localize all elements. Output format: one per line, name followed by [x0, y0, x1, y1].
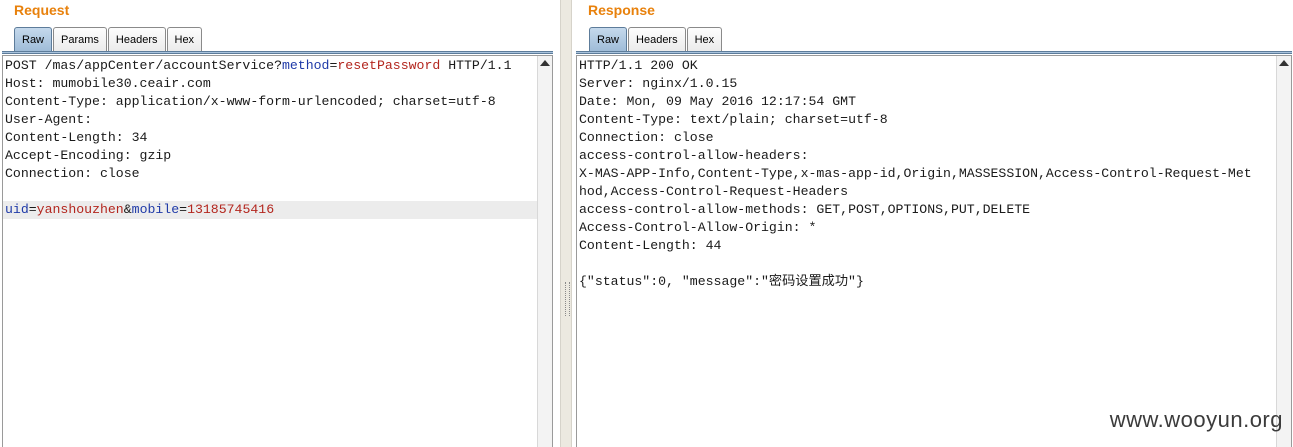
code-segment: uid	[5, 202, 29, 217]
code-segment: hod,Access-Control-Request-Headers	[579, 184, 849, 199]
request-title: Request	[14, 2, 70, 18]
request-line: Host: mumobile30.ceair.com	[5, 75, 537, 93]
request-line: Accept-Encoding: gzip	[5, 147, 537, 165]
response-line: hod,Access-Control-Request-Headers	[579, 183, 1252, 201]
tab-params[interactable]: Params	[53, 27, 107, 51]
code-segment: Content-Type: application/x-www-form-url…	[5, 94, 496, 109]
response-code: HTTP/1.1 200 OK Server: nginx/1.0.15 Date:…	[579, 57, 1252, 291]
response-line: X-MAS-APP-Info,Content-Type,x-mas-app-id…	[579, 165, 1252, 183]
response-line: {"status":0, "message":"密码设置成功"}	[579, 273, 1252, 291]
response-line: Content-Length: 44	[579, 237, 1252, 255]
code-segment: yanshouzhen	[36, 202, 124, 217]
code-segment: &	[123, 202, 132, 217]
code-segment: mobile	[131, 202, 180, 217]
response-line: access-control-allow-methods: GET,POST,O…	[579, 201, 1252, 219]
code-segment: resetPassword	[337, 58, 441, 73]
code-segment: Connection: close	[579, 130, 714, 145]
divider-grip-icon[interactable]	[565, 282, 570, 316]
request-line: Content-Length: 34	[5, 129, 537, 147]
tab-raw[interactable]: Raw	[14, 27, 53, 51]
scroll-up-arrow-icon[interactable]	[540, 60, 550, 66]
response-line: Access-Control-Allow-Origin: *	[579, 219, 1252, 237]
request-editor[interactable]: POST /mas/appCenter/accountService?metho…	[2, 55, 553, 447]
code-segment: HTTP/1.1 200 OK	[579, 58, 698, 73]
response-title: Response	[588, 2, 655, 18]
code-segment: access-control-allow-headers:	[579, 148, 809, 163]
request-line: uid=yanshouzhen&mobile=13185745416	[3, 201, 537, 219]
response-tabs: Raw Headers Hex	[589, 27, 723, 51]
code-segment: Date: Mon, 09 May 2016 12:17:54 GMT	[579, 94, 856, 109]
watermark: www.wooyun.org	[1109, 407, 1283, 432]
code-segment: User-Agent:	[5, 112, 93, 127]
code-segment: Server: nginx/1.0.15	[579, 76, 738, 91]
code-segment: Content-Length: 34	[5, 130, 148, 145]
response-line: access-control-allow-headers:	[579, 147, 1252, 165]
request-code: POST /mas/appCenter/accountService?metho…	[3, 57, 537, 219]
code-segment: X-MAS-APP-Info,Content-Type,x-mas-app-id…	[579, 166, 1252, 181]
code-segment: Content-Type: text/plain; charset=utf-8	[579, 112, 888, 127]
request-line	[5, 183, 537, 201]
tab-raw[interactable]: Raw	[589, 27, 628, 51]
scroll-up-arrow-icon[interactable]	[1279, 60, 1289, 66]
code-segment: method	[281, 58, 330, 73]
request-line: User-Agent:	[5, 111, 537, 129]
response-line: HTTP/1.1 200 OK	[579, 57, 1252, 75]
response-line: Content-Type: text/plain; charset=utf-8	[579, 111, 1252, 129]
response-pane: Response Raw Headers Hex HTTP/1.1 200 OK Se…	[572, 0, 1293, 447]
code-segment: Accept-Encoding: gzip	[5, 148, 172, 163]
code-segment: {"status":0, "message":"密码设置成功"}	[579, 274, 864, 289]
request-pane: Request Raw Params Headers Hex POST /mas/ap…	[0, 0, 560, 447]
request-tab-underline	[2, 51, 553, 54]
code-segment: Access-Control-Allow-Origin: *	[579, 220, 817, 235]
response-scrollbar[interactable]	[1276, 56, 1291, 447]
tab-hex[interactable]: Hex	[166, 27, 203, 51]
request-line: Connection: close	[5, 165, 537, 183]
pane-divider[interactable]	[560, 0, 572, 447]
request-scrollbar[interactable]	[537, 56, 552, 447]
code-segment: Connection: close	[5, 166, 140, 181]
tab-headers[interactable]: Headers	[628, 27, 686, 51]
code-segment: Host: mumobile30.ceair.com	[5, 76, 211, 91]
code-segment: HTTP/1.1	[440, 58, 512, 73]
tab-headers[interactable]: Headers	[107, 27, 166, 51]
response-line: Server: nginx/1.0.15	[579, 75, 1252, 93]
response-line: Connection: close	[579, 129, 1252, 147]
code-segment: =	[179, 202, 188, 217]
code-segment: access-control-allow-methods: GET,POST,O…	[579, 202, 1031, 217]
request-line: POST /mas/appCenter/accountService?metho…	[5, 57, 537, 75]
code-segment: Content-Length: 44	[579, 238, 722, 253]
response-editor[interactable]: HTTP/1.1 200 OK Server: nginx/1.0.15 Date:…	[576, 55, 1292, 447]
response-line	[579, 255, 1252, 273]
code-segment: POST /mas/appCenter/accountService?	[5, 58, 282, 73]
response-tab-underline	[576, 51, 1292, 54]
code-segment: 13185745416	[187, 202, 275, 217]
response-line: Date: Mon, 09 May 2016 12:17:54 GMT	[579, 93, 1252, 111]
request-line: Content-Type: application/x-www-form-url…	[5, 93, 537, 111]
request-tabs: Raw Params Headers Hex	[14, 27, 203, 51]
code-segment: =	[28, 202, 37, 217]
tab-hex[interactable]: Hex	[686, 27, 723, 51]
